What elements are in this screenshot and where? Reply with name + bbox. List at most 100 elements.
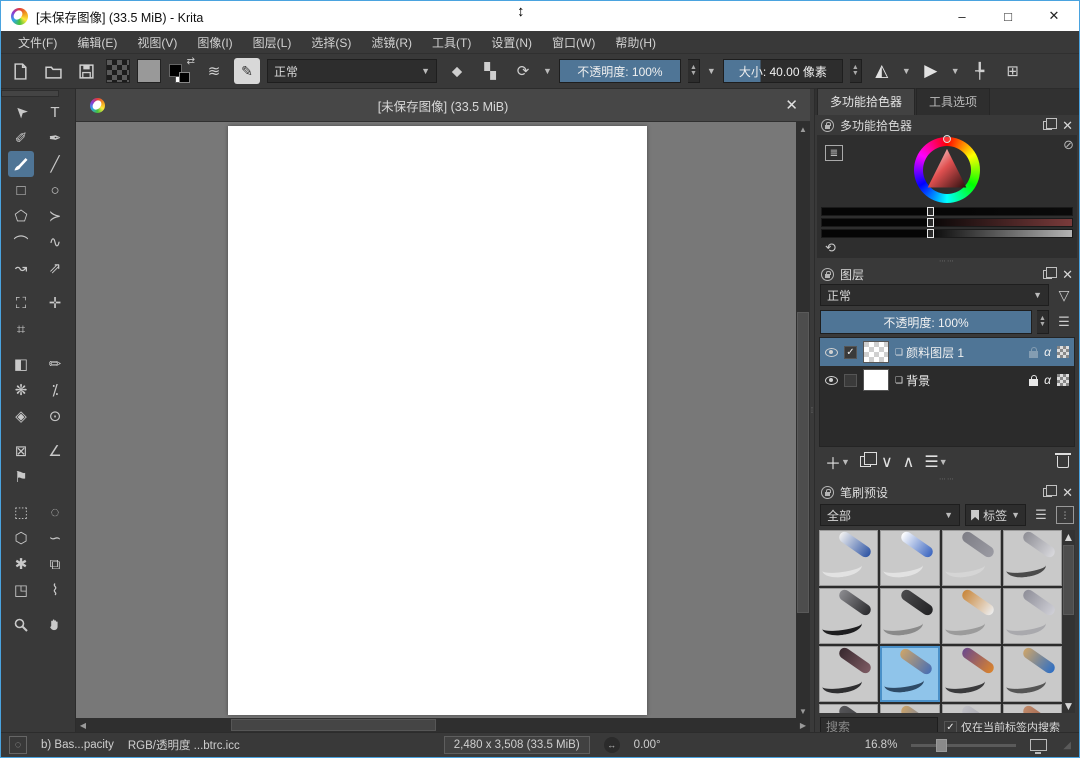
chevron-down-icon[interactable]: ▼ [543,66,552,76]
slider-handle[interactable] [927,229,934,238]
layer-opacity-spinner[interactable]: ▲▼ [1037,310,1049,334]
scroll-left-icon[interactable]: ◀ [76,718,90,732]
rotation-angle[interactable]: 0.00° [634,739,661,751]
foreground-background-colors[interactable]: ⇄ [168,58,194,84]
delete-layer-button[interactable] [1057,456,1069,468]
move-layer-down-button[interactable]: ∨ [881,452,893,472]
workspace-chooser-icon[interactable]: ⊞ [1000,58,1026,84]
save-button[interactable] [73,58,99,84]
tool-text-icon[interactable]: T [42,99,68,125]
brush-preset-fineliner[interactable] [942,588,1001,644]
layer-thumbnail[interactable] [863,341,889,363]
close-docker-icon[interactable]: ✕ [1062,119,1073,132]
layer-checkbox[interactable] [844,374,857,387]
color-slider-1[interactable] [821,207,1073,216]
tool-calligraphy-icon[interactable]: ✒ [42,125,68,151]
brush-preset-marker[interactable] [880,588,939,644]
display-mode-icon[interactable]: ☰ [1031,507,1051,523]
move-layer-up-button[interactable]: ∧ [903,452,915,472]
layer-checkbox[interactable]: ✓ [844,346,857,359]
tool-select-contiguous-icon[interactable]: ✱ [8,551,34,577]
wraparound-mode-icon[interactable]: ▶ [918,58,944,84]
tool-colorize-mask-icon[interactable]: ❋ [8,377,34,403]
duplicate-layer-button[interactable] [860,456,871,467]
lock-icon[interactable] [1029,379,1038,386]
menu-edit[interactable]: 编辑(E) [68,31,126,54]
menu-filter[interactable]: 滤镜(R) [362,31,421,54]
vertical-scrollbar[interactable]: ▲ ▼ [796,122,810,718]
minimize-button[interactable]: – [939,1,985,31]
layer-filter-icon[interactable]: ▽ [1054,287,1074,304]
tab-tool-options[interactable]: 工具选项 [916,88,990,115]
menu-settings[interactable]: 设置(N) [482,31,541,54]
close-docker-icon[interactable]: ✕ [1062,486,1073,499]
storage-resources-icon[interactable]: ⋮ [1056,506,1074,524]
brush-preset-eraser-smudge[interactable] [942,530,1001,586]
horizontal-scroll-thumb[interactable] [231,719,436,731]
tool-polygon-icon[interactable]: ⬠ [8,203,34,229]
tool-line-icon[interactable]: ╱ [42,151,68,177]
visibility-eye-icon[interactable] [825,348,838,357]
tool-select-polygon-icon[interactable]: ⬡ [8,525,34,551]
tool-fill-icon[interactable]: ◈ [8,403,34,429]
tool-pan-icon[interactable] [42,612,68,638]
tool-polyline-icon[interactable]: ≻ [42,203,68,229]
layer-thumbnail[interactable] [863,369,889,391]
lock-docker-icon[interactable] [821,486,834,499]
menu-layer[interactable]: 图层(L) [244,31,301,54]
document-close-icon[interactable]: ✕ [785,96,798,114]
menu-file[interactable]: 文件(F) [9,31,66,54]
color-wheel[interactable] [914,137,980,203]
scroll-right-icon[interactable]: ▶ [796,718,810,732]
scroll-down-icon[interactable]: ▼ [1063,699,1075,713]
brush-preset-blue-pencil[interactable] [1003,646,1062,702]
brush-preset-partial-3[interactable] [942,704,1001,713]
add-layer-button[interactable]: ＋▼ [825,450,850,474]
alpha-lock-icon[interactable]: α [1044,345,1051,359]
menu-help[interactable]: 帮助(H) [606,31,665,54]
brush-preset-airbrush[interactable] [1003,530,1062,586]
tool-zoom-icon[interactable] [8,612,34,638]
open-document-button[interactable] [40,58,66,84]
no-color-icon[interactable]: ⊘ [1063,137,1074,153]
inherit-alpha-icon[interactable] [1057,374,1069,386]
color-profile[interactable]: RGB/透明度 ...btrc.icc [128,737,240,753]
tab-advanced-color-selector[interactable]: 多功能拾色器 [817,88,915,115]
tool-select-ellipse-icon[interactable]: ◌ [42,499,68,525]
close-docker-icon[interactable]: ✕ [1062,268,1073,281]
preset-filter-dropdown[interactable]: 全部 ▼ [820,504,960,526]
brush-preset-soft-eraser[interactable] [880,530,939,586]
brush-preset-partial-2[interactable] [880,704,939,713]
current-brush-icon[interactable]: ◌ [9,736,27,754]
tool-crop-icon[interactable]: ⌗ [8,316,34,342]
hue-knob[interactable] [943,135,951,143]
brush-preset-ink-pen[interactable] [819,588,878,644]
fit-view-icon[interactable] [1030,739,1047,751]
close-button[interactable]: ✕ [1031,1,1077,31]
tool-select-magnetic-icon[interactable]: ⌇ [42,577,68,603]
preset-scrollbar[interactable]: ▲ ▼ [1062,530,1075,713]
chevron-down-icon[interactable]: ▼ [902,66,911,76]
tool-select-similar-icon[interactable]: ⧉ [42,551,68,577]
preserve-alpha-icon[interactable]: ▚ [477,58,503,84]
maximize-button[interactable]: □ [985,1,1031,31]
rotation-icon[interactable]: ↔ [604,737,620,753]
zoom-percentage[interactable]: 16.8% [865,739,898,751]
tool-enclose-fill-icon[interactable]: ⊙ [42,403,68,429]
pattern-swatch[interactable] [137,59,161,83]
scroll-down-icon[interactable]: ▼ [796,704,810,718]
blending-mode-dropdown[interactable]: 正常 ▼ [267,59,437,83]
edit-brush-settings-button[interactable]: ✎ [234,58,260,84]
tool-rectangle-icon[interactable]: □ [8,177,34,203]
tool-measure-icon[interactable]: ∠ [42,438,68,464]
vertical-scroll-thumb[interactable] [797,312,809,613]
menu-window[interactable]: 窗口(W) [543,31,604,54]
brush-preset-basic-brush[interactable] [880,646,939,702]
tool-bezier-curve-icon[interactable]: ⌒ [8,229,34,255]
layer-row-paint-layer[interactable]: ✓ ❏ 颜料图层 1 α [820,338,1074,366]
menu-view[interactable]: 视图(V) [128,31,186,54]
tool-gradient-icon[interactable]: ◧ [8,351,34,377]
tool-select-rect-icon[interactable]: ⬚ [8,499,34,525]
float-docker-icon[interactable] [1043,270,1052,279]
tool-transform-icon[interactable]: ⛶ [8,290,34,316]
